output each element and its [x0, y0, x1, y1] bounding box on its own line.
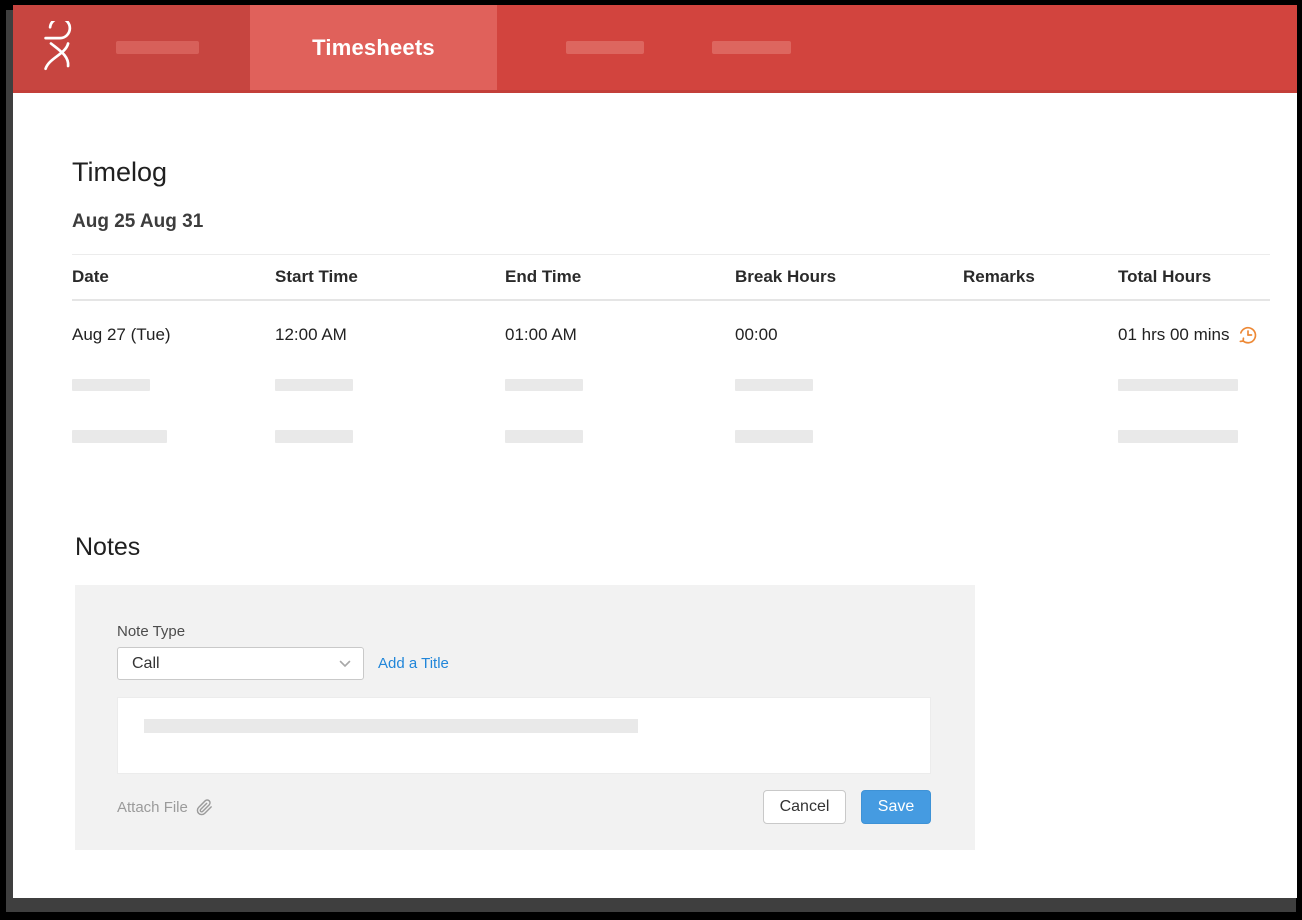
paperclip-icon	[196, 798, 212, 815]
total-hours-value: 01 hrs 00 mins	[1118, 325, 1230, 344]
cell-skeleton	[275, 379, 353, 391]
nav-item-placeholder	[712, 41, 791, 54]
notes-form-panel: Note Type Call Add a Title Attach File C…	[75, 585, 975, 850]
page-content: Timelog Aug 25 Aug 31 Date Start Time En…	[13, 157, 1297, 850]
notes-footer: Attach File Cancel Save	[117, 790, 931, 824]
note-text-input[interactable]	[117, 697, 931, 774]
form-buttons: Cancel Save	[763, 790, 931, 824]
top-nav: Timesheets	[13, 5, 1297, 93]
cell-skeleton	[1118, 430, 1238, 443]
timelog-table: Date Start Time End Time Break Hours Rem…	[72, 254, 1270, 471]
chevron-down-icon	[339, 660, 351, 667]
note-text-placeholder-bar	[144, 719, 638, 733]
cell-skeleton	[735, 430, 813, 443]
window-frame-left	[6, 10, 13, 898]
cell-skeleton	[72, 430, 167, 443]
people-logo-icon[interactable]	[38, 20, 82, 75]
add-title-link[interactable]: Add a Title	[378, 655, 449, 672]
tab-timesheets-label: Timesheets	[312, 34, 435, 60]
history-clock-icon[interactable]	[1238, 325, 1258, 345]
cell-start-time: 12:00 AM	[275, 325, 347, 344]
nav-item-placeholder	[116, 41, 199, 54]
col-header-break-hours: Break Hours	[735, 267, 837, 286]
nav-rest	[497, 5, 791, 90]
attach-file-label: Attach File	[117, 798, 188, 816]
notes-section-title: Notes	[75, 533, 141, 561]
timelog-table-header: Date Start Time End Time Break Hours Rem…	[72, 254, 1270, 301]
timelog-section-title: Timelog	[72, 157, 168, 187]
window-frame-bottom	[6, 898, 1296, 912]
save-button[interactable]: Save	[861, 790, 931, 824]
col-header-total-hours: Total Hours	[1118, 267, 1212, 286]
table-row-loading	[72, 420, 1270, 471]
cell-total-hours: 01 hrs 00 mins	[1118, 325, 1270, 345]
nav-item-placeholder	[566, 41, 644, 54]
cell-skeleton	[505, 379, 583, 391]
cell-break-hours: 00:00	[735, 325, 778, 344]
app-window: Timesheets Timelog Aug 25 Aug 31 Date St…	[13, 5, 1297, 898]
cell-skeleton	[505, 430, 583, 443]
attach-file-control[interactable]: Attach File	[117, 799, 213, 816]
note-type-label: Note Type	[117, 623, 186, 640]
col-header-start-time: Start Time	[275, 267, 358, 286]
table-row-loading	[72, 369, 1270, 420]
tab-timesheets[interactable]: Timesheets	[250, 5, 497, 90]
col-header-remarks: Remarks	[963, 267, 1035, 286]
cell-skeleton	[72, 379, 150, 391]
note-type-selected-value: Call	[132, 654, 160, 672]
table-row: Aug 27 (Tue) 12:00 AM 01:00 AM 00:00 01 …	[72, 301, 1270, 369]
cell-skeleton	[275, 430, 353, 443]
cell-end-time: 01:00 AM	[505, 325, 577, 344]
col-header-date: Date	[72, 267, 109, 286]
cell-skeleton	[1118, 379, 1238, 391]
col-header-end-time: End Time	[505, 267, 582, 286]
brand-block	[13, 5, 250, 90]
cancel-button[interactable]: Cancel	[763, 790, 846, 824]
timelog-date-range: Aug 25 Aug 31	[72, 211, 204, 232]
cell-date: Aug 27 (Tue)	[72, 325, 171, 344]
note-type-select[interactable]: Call	[117, 647, 364, 680]
note-type-row: Call Add a Title	[117, 647, 931, 680]
cell-skeleton	[735, 379, 813, 391]
